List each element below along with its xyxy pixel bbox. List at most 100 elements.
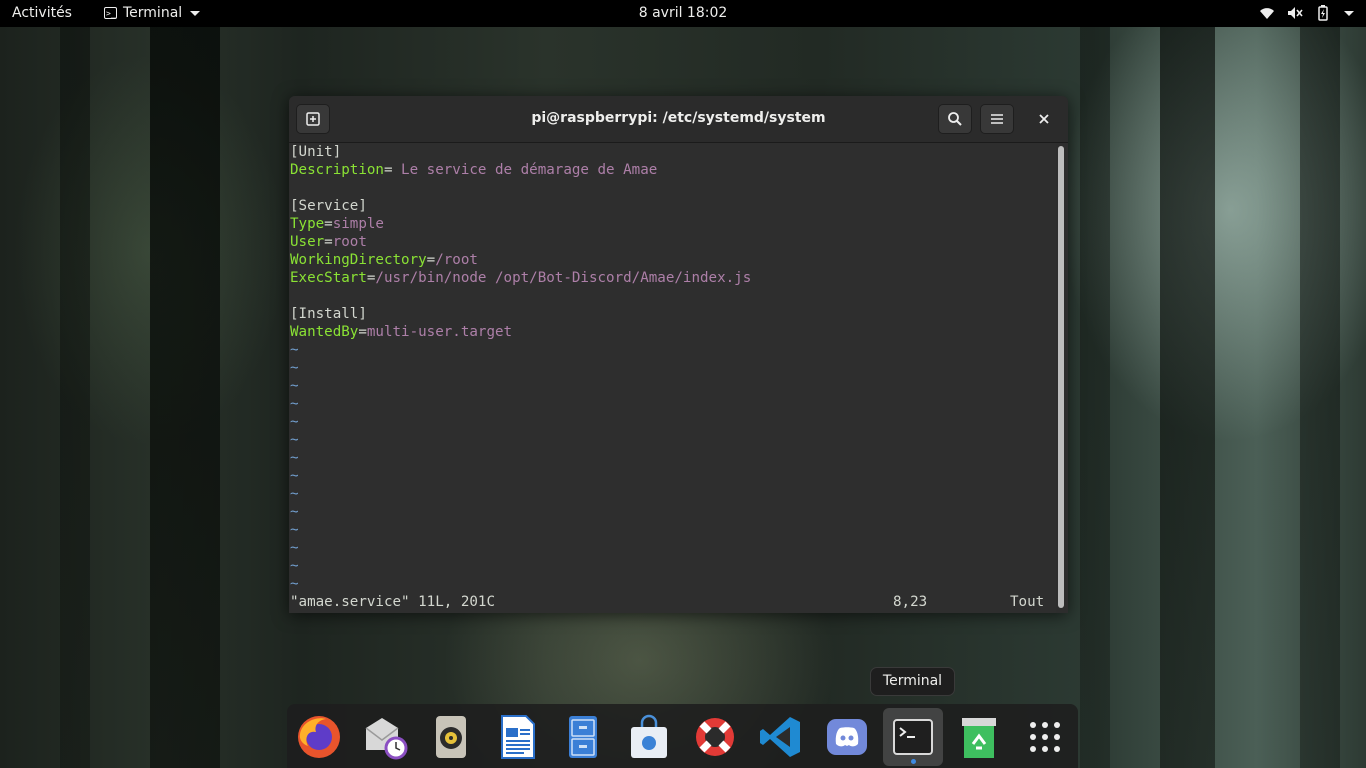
config-key: ExecStart	[290, 270, 367, 286]
empty-line-tilde: ~	[290, 504, 299, 520]
menu-button[interactable]	[980, 104, 1014, 134]
config-key: User	[290, 234, 325, 250]
status-scroll-indicator: Tout	[1010, 594, 1045, 610]
dock-help[interactable]	[685, 708, 745, 766]
config-value: /root	[435, 252, 478, 268]
writer-document-icon	[501, 715, 535, 759]
terminal-content[interactable]: [Unit] Description= Le service de démarag…	[290, 143, 1056, 613]
trash-icon	[962, 718, 996, 758]
dock-show-applications[interactable]	[1015, 708, 1075, 766]
buffer-line: Description= Le service de démarage de A…	[290, 161, 1056, 179]
dock-libreoffice-writer[interactable]	[487, 708, 547, 766]
wallpaper-tree	[1300, 27, 1340, 768]
buffer-line: ExecStart=/usr/bin/node /opt/Bot-Discord…	[290, 269, 1056, 287]
config-key: WorkingDirectory	[290, 252, 427, 268]
terminal-icon	[893, 719, 933, 755]
dock-files[interactable]	[553, 708, 613, 766]
running-indicator	[911, 759, 916, 764]
equals-sign: =	[358, 324, 367, 340]
empty-line-tilde: ~	[290, 414, 299, 430]
empty-line-tilde: ~	[290, 360, 299, 376]
dock-terminal[interactable]	[883, 708, 943, 766]
buffer-line	[290, 287, 1056, 305]
dock	[287, 704, 1078, 768]
vim-buffer: [Unit] Description= Le service de démarag…	[290, 143, 1056, 593]
window-title: pi@raspberrypi: /etc/systemd/system	[531, 110, 826, 126]
terminal-icon: >_	[104, 7, 117, 19]
buffer-line: [Service]	[290, 197, 1056, 215]
app-menu-button[interactable]: >_ Terminal	[104, 5, 201, 21]
dock-software[interactable]	[619, 708, 679, 766]
app-menu-label: Terminal	[123, 5, 183, 21]
lifebuoy-icon	[696, 718, 734, 756]
empty-line-tilde: ~	[290, 432, 299, 448]
mail-clock-icon	[365, 718, 408, 760]
buffer-line: WorkingDirectory=/root	[290, 251, 1056, 269]
empty-line-tilde: ~	[290, 576, 299, 592]
app-grid-icon	[1030, 722, 1060, 752]
top-bar: Activités >_ Terminal 8 avril 18:02	[0, 0, 1366, 27]
buffer-line: User=root	[290, 233, 1056, 251]
empty-line-tilde: ~	[290, 450, 299, 466]
menu-icon	[991, 114, 1003, 124]
close-icon	[1039, 114, 1049, 124]
section-header: [Service]	[290, 198, 367, 214]
system-status-menu[interactable]	[1258, 4, 1354, 22]
empty-line-tilde: ~	[290, 396, 299, 412]
equals-sign: =	[426, 252, 436, 268]
discord-icon	[827, 719, 867, 755]
section-header: [Unit]	[290, 144, 342, 160]
config-key: WantedBy	[290, 324, 359, 340]
battery-icon	[1318, 5, 1328, 21]
empty-line-tilde: ~	[290, 486, 299, 502]
close-button[interactable]	[1027, 104, 1061, 134]
empty-line-tilde: ~	[290, 558, 299, 574]
clock[interactable]: 8 avril 18:02	[639, 5, 728, 21]
dock-tooltip: Terminal	[870, 667, 955, 696]
scrollbar[interactable]	[1058, 146, 1064, 608]
config-value: multi-user.target	[366, 324, 513, 340]
vim-status-line: "amae.service" 11L, 201C 8,23 Tout	[290, 593, 1050, 611]
status-file-info: "amae.service" 11L, 201C	[290, 594, 495, 610]
wallpaper-tree	[60, 27, 90, 768]
new-tab-icon	[306, 112, 320, 126]
new-tab-button[interactable]	[296, 104, 330, 134]
buffer-line	[290, 179, 1056, 197]
search-icon	[948, 112, 962, 126]
volume-muted-icon	[1288, 7, 1303, 19]
equals-sign: =	[324, 234, 333, 250]
empty-line-tilde: ~	[290, 342, 299, 358]
config-value: root	[332, 234, 367, 250]
search-button[interactable]	[938, 104, 972, 134]
equals-sign: =	[383, 162, 393, 178]
dock-firefox[interactable]	[289, 708, 349, 766]
equals-sign: =	[324, 216, 333, 232]
buffer-line: [Unit]	[290, 143, 1056, 161]
dock-discord[interactable]	[817, 708, 877, 766]
config-value: /usr/bin/node /opt/Bot-Discord/Amae/inde…	[375, 270, 752, 286]
buffer-line: [Install]	[290, 305, 1056, 323]
buffer-line: WantedBy=multi-user.target	[290, 323, 1056, 341]
dock-vscode[interactable]	[751, 708, 811, 766]
vscode-icon	[760, 717, 800, 757]
empty-line-tilde: ~	[290, 540, 299, 556]
buffer-line: Type=simple	[290, 215, 1056, 233]
wifi-icon	[1260, 8, 1274, 19]
speaker-icon	[436, 716, 466, 758]
caret-down-icon	[190, 10, 201, 16]
config-value: Le service de démarage de Amae	[392, 162, 658, 178]
wallpaper-tree	[1160, 27, 1215, 768]
wallpaper-tree	[150, 27, 220, 768]
file-cabinet-icon	[569, 716, 597, 758]
dock-evolution-mail[interactable]	[355, 708, 415, 766]
dock-rhythmbox[interactable]	[421, 708, 481, 766]
dock-trash[interactable]	[949, 708, 1009, 766]
empty-line-tilde: ~	[290, 522, 299, 538]
shopping-bag-icon	[631, 714, 667, 758]
config-key: Type	[290, 216, 325, 232]
window-header-bar: pi@raspberrypi: /etc/systemd/system	[289, 96, 1068, 143]
wallpaper-tree	[1080, 27, 1110, 768]
caret-down-icon	[1344, 10, 1354, 16]
empty-line-tilde: ~	[290, 378, 299, 394]
activities-button[interactable]: Activités	[12, 5, 72, 21]
